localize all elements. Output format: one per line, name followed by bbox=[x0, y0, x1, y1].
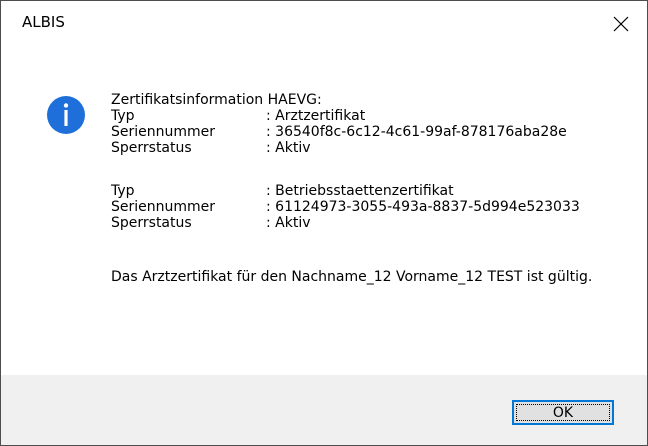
close-button[interactable] bbox=[601, 1, 647, 47]
row-label: Sperrstatus bbox=[111, 215, 192, 231]
cert-row-type: Typ : Betriebsstaettenzertifikat bbox=[111, 183, 631, 199]
row-label: Seriennummer bbox=[111, 199, 216, 215]
row-label: Typ bbox=[111, 183, 135, 199]
message-heading: Zertifikatsinformation HAEVG: bbox=[111, 92, 322, 108]
row-value: : Betriebsstaettenzertifikat bbox=[266, 183, 454, 199]
dialog-content: Zertifikatsinformation HAEVG: Typ : Arzt… bbox=[1, 47, 647, 375]
ok-button-label: OK bbox=[552, 405, 574, 421]
window-title: ALBIS bbox=[22, 13, 65, 31]
close-icon bbox=[613, 16, 629, 32]
button-bar: OK bbox=[1, 375, 647, 445]
cert-row-serial: Seriennummer : 36540f8c-6c12-4c61-99af-8… bbox=[111, 124, 631, 140]
row-value: : Aktiv bbox=[266, 140, 311, 156]
row-value: : 61124973-3055-493a-8837-5d994e523033 bbox=[266, 199, 580, 215]
ok-button[interactable]: OK bbox=[512, 400, 614, 425]
cert-row-status: Sperrstatus : Aktiv bbox=[111, 140, 631, 156]
row-value: : Aktiv bbox=[266, 215, 311, 231]
cert-row-type: Typ : Arztzertifikat bbox=[111, 108, 631, 124]
row-label: Seriennummer bbox=[111, 124, 216, 140]
validity-message: Das Arztzertifikat für den Nachname_12 V… bbox=[111, 269, 593, 285]
message-dialog: ALBIS Zertifikatsinformation HAEVG: Typ … bbox=[0, 0, 648, 446]
message-text: Zertifikatsinformation HAEVG: Typ : Arzt… bbox=[111, 92, 631, 287]
cert-row-serial: Seriennummer : 61124973-3055-493a-8837-5… bbox=[111, 199, 631, 215]
title-bar[interactable]: ALBIS bbox=[1, 1, 647, 32]
row-label: Typ bbox=[111, 108, 135, 124]
cert-row-status: Sperrstatus : Aktiv bbox=[111, 215, 631, 231]
row-value: : 36540f8c-6c12-4c61-99af-878176aba28e bbox=[266, 124, 567, 140]
row-value: : Arztzertifikat bbox=[266, 108, 366, 124]
info-icon bbox=[47, 96, 85, 134]
row-label: Sperrstatus bbox=[111, 140, 192, 156]
